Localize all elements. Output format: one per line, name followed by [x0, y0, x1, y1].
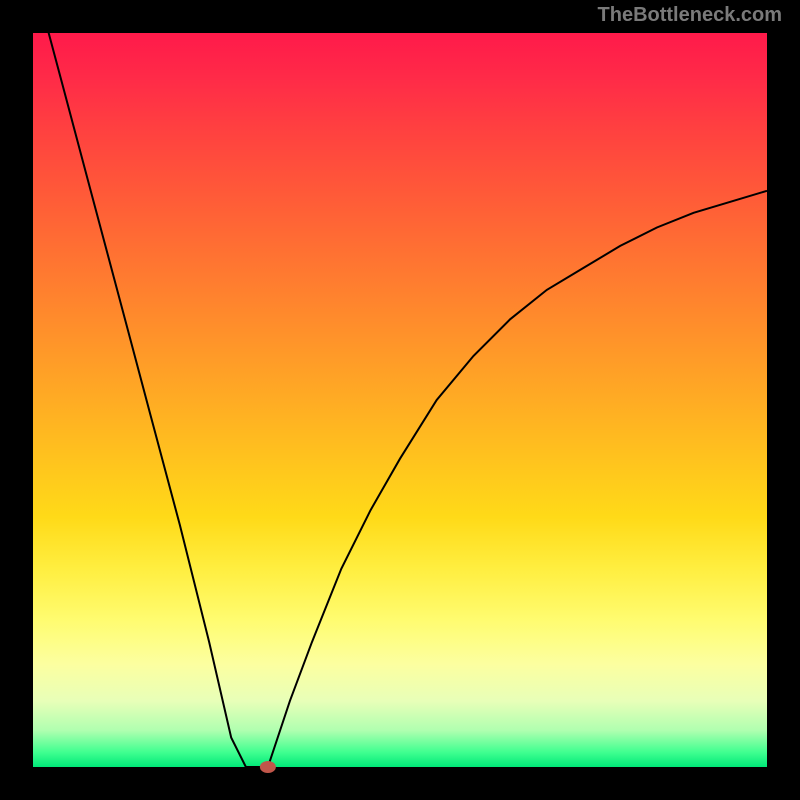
- optimal-marker: [260, 761, 276, 773]
- chart-container: TheBottleneck.com: [0, 0, 800, 800]
- bottleneck-curve-right: [268, 191, 767, 767]
- curve-overlay: [33, 33, 767, 767]
- bottleneck-curve-left: [33, 0, 246, 767]
- attribution-text: TheBottleneck.com: [598, 4, 782, 27]
